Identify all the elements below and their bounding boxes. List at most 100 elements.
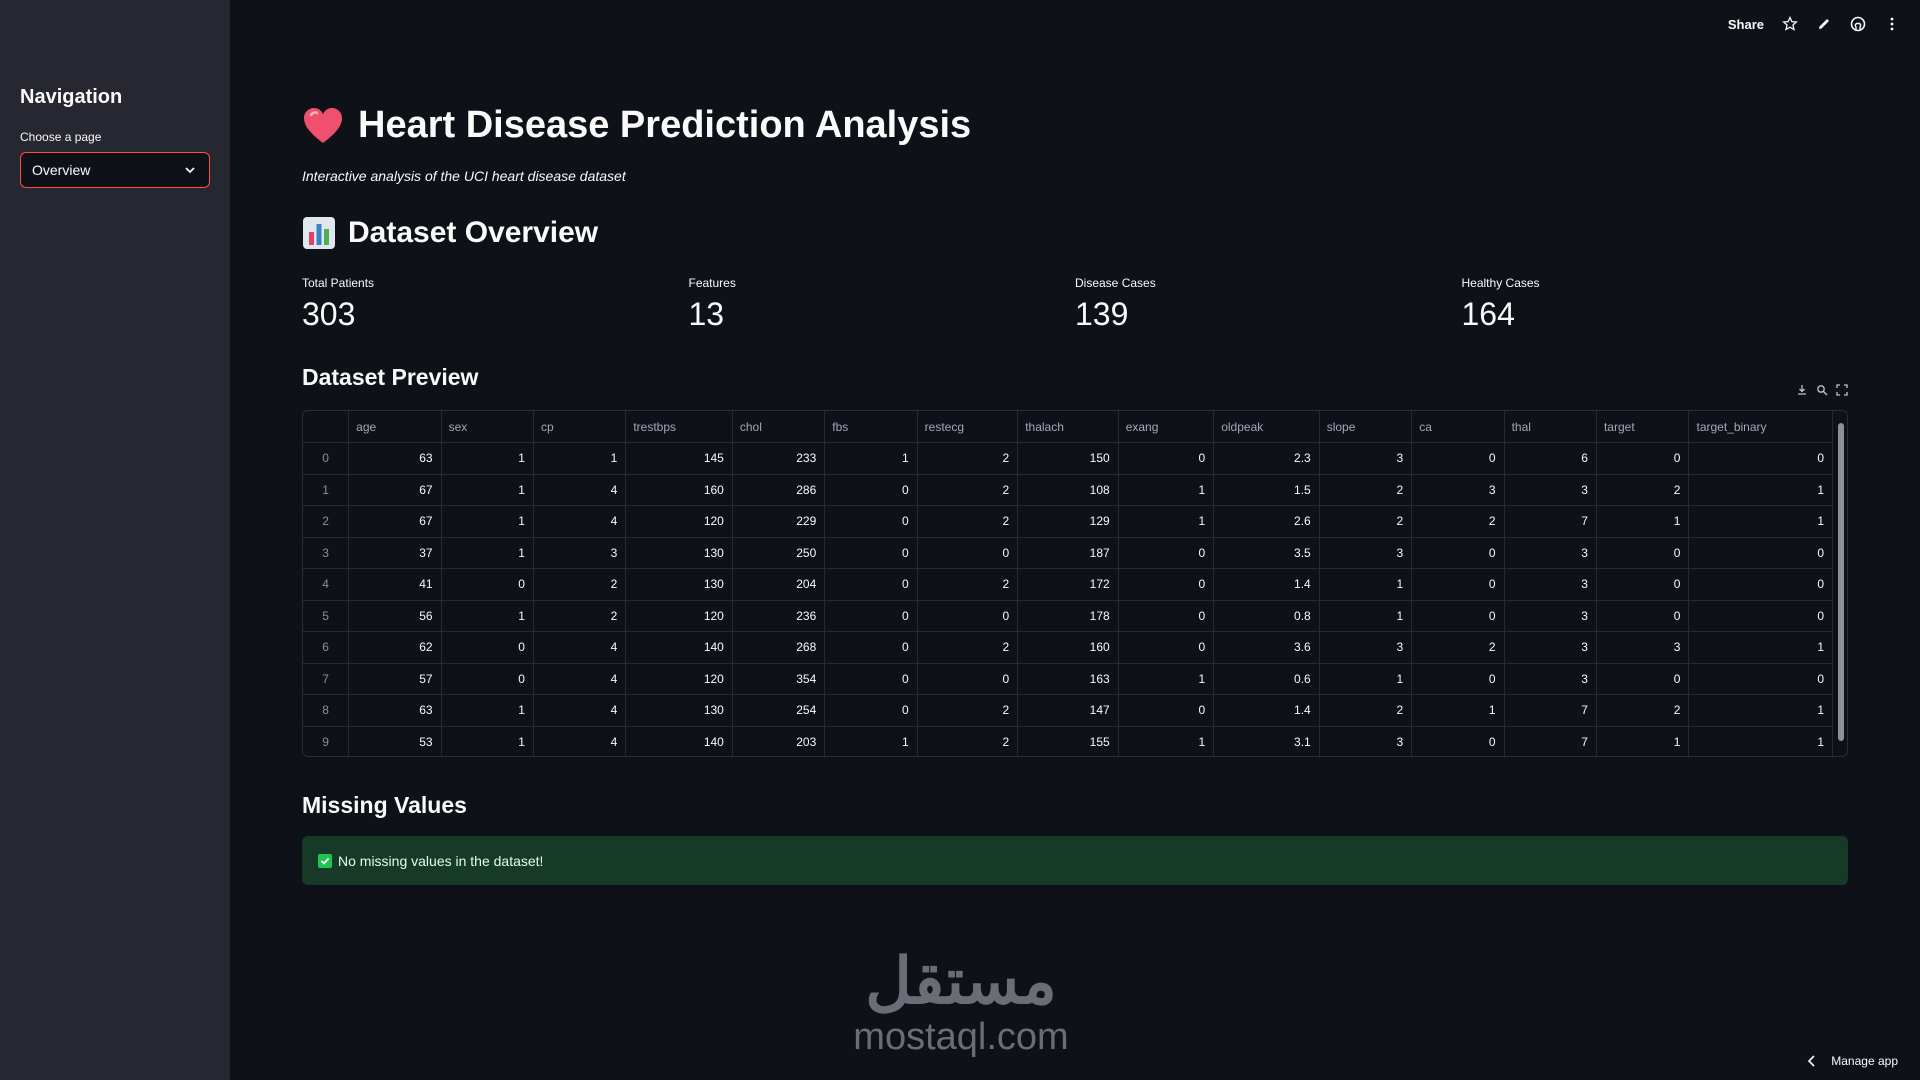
table-cell[interactable]: 286 <box>732 474 826 506</box>
table-cell[interactable]: 120 <box>625 663 733 695</box>
row-index[interactable]: 2 <box>303 505 350 538</box>
table-cell[interactable]: 0 <box>1688 600 1833 632</box>
github-icon[interactable] <box>1850 16 1866 32</box>
table-cell[interactable]: 4 <box>533 474 627 506</box>
table-cell[interactable]: 178 <box>1017 600 1119 632</box>
table-cell[interactable]: 2 <box>533 600 627 632</box>
table-cell[interactable]: 37 <box>348 537 442 569</box>
column-header[interactable]: chol <box>732 411 826 443</box>
table-cell[interactable]: 7 <box>1504 505 1597 538</box>
table-cell[interactable]: 3 <box>1319 631 1413 664</box>
table-cell[interactable]: 1 <box>441 474 534 506</box>
dataset-preview-table[interactable]: age sex cp trestbps chol fbs restecg tha… <box>302 410 1848 757</box>
table-cell[interactable]: 145 <box>625 442 733 475</box>
table-cell[interactable]: 7 <box>1504 694 1597 727</box>
table-cell[interactable]: 67 <box>348 474 442 506</box>
table-cell[interactable]: 4 <box>533 694 627 727</box>
page-select[interactable]: Overview <box>20 152 210 188</box>
table-cell[interactable]: 1 <box>441 505 534 538</box>
table-row[interactable]: 8 63 1 4 130 254 0 2 147 0 1.4 2 1 7 2 1 <box>303 694 1833 727</box>
table-row[interactable]: 4 41 0 2 130 204 0 2 172 0 1.4 1 0 3 0 0 <box>303 568 1833 601</box>
download-icon[interactable] <box>1796 384 1808 396</box>
table-cell[interactable]: 2 <box>1411 631 1505 664</box>
table-cell[interactable]: 2.3 <box>1213 442 1320 475</box>
table-cell[interactable]: 1 <box>1688 694 1833 727</box>
table-cell[interactable]: 1 <box>824 442 918 475</box>
table-cell[interactable]: 3 <box>1504 537 1597 569</box>
column-header[interactable]: slope <box>1319 411 1413 443</box>
column-header[interactable]: age <box>348 411 442 443</box>
column-header[interactable]: exang <box>1118 411 1215 443</box>
table-cell[interactable]: 2 <box>1319 474 1413 506</box>
table-cell[interactable]: 1 <box>1596 505 1690 538</box>
column-header[interactable]: ca <box>1411 411 1505 443</box>
table-cell[interactable]: 1 <box>1596 726 1690 756</box>
table-cell[interactable]: 2 <box>917 442 1019 475</box>
column-header[interactable]: target <box>1596 411 1690 443</box>
table-cell[interactable]: 120 <box>625 505 733 538</box>
table-cell[interactable]: 0 <box>1596 600 1690 632</box>
table-cell[interactable]: 0 <box>1118 442 1215 475</box>
table-cell[interactable]: 63 <box>348 442 442 475</box>
table-cell[interactable]: 0 <box>1411 568 1505 601</box>
table-cell[interactable]: 1 <box>1688 631 1833 664</box>
table-cell[interactable]: 1 <box>1411 694 1505 727</box>
table-cell[interactable]: 3.5 <box>1213 537 1320 569</box>
row-index[interactable]: 9 <box>303 726 350 756</box>
table-cell[interactable]: 1 <box>824 726 918 756</box>
table-cell[interactable]: 1.5 <box>1213 474 1320 506</box>
table-cell[interactable]: 233 <box>732 442 826 475</box>
table-cell[interactable]: 229 <box>732 505 826 538</box>
table-cell[interactable]: 3 <box>1319 537 1413 569</box>
table-cell[interactable]: 120 <box>625 600 733 632</box>
table-cell[interactable]: 0 <box>1411 726 1505 756</box>
table-cell[interactable]: 1.4 <box>1213 694 1320 727</box>
table-cell[interactable]: 0 <box>1118 600 1215 632</box>
table-cell[interactable]: 160 <box>1017 631 1119 664</box>
table-cell[interactable]: 0 <box>824 694 918 727</box>
table-cell[interactable]: 0.6 <box>1213 663 1320 695</box>
manage-app-button[interactable]: Manage app <box>1807 1054 1898 1068</box>
table-cell[interactable]: 3 <box>1411 474 1505 506</box>
table-cell[interactable]: 140 <box>625 631 733 664</box>
table-cell[interactable]: 2 <box>1319 694 1413 727</box>
table-row[interactable]: 9 53 1 4 140 203 1 2 155 1 3.1 3 0 7 1 1 <box>303 726 1833 756</box>
column-header[interactable]: oldpeak <box>1213 411 1320 443</box>
table-cell[interactable]: 57 <box>348 663 442 695</box>
table-cell[interactable]: 172 <box>1017 568 1119 601</box>
table-cell[interactable]: 130 <box>625 568 733 601</box>
table-cell[interactable]: 2 <box>1596 694 1690 727</box>
column-header[interactable]: target_binary <box>1688 411 1833 443</box>
table-cell[interactable]: 0 <box>824 474 918 506</box>
table-cell[interactable]: 160 <box>625 474 733 506</box>
table-cell[interactable]: 0 <box>917 537 1019 569</box>
table-cell[interactable]: 3 <box>1504 663 1597 695</box>
table-cell[interactable]: 1 <box>1319 663 1413 695</box>
table-cell[interactable]: 7 <box>1504 726 1597 756</box>
column-header[interactable]: restecg <box>917 411 1019 443</box>
table-cell[interactable]: 2 <box>1596 474 1690 506</box>
table-cell[interactable]: 67 <box>348 505 442 538</box>
table-row[interactable]: 5 56 1 2 120 236 0 0 178 0 0.8 1 0 3 0 0 <box>303 600 1833 632</box>
table-cell[interactable]: 3 <box>533 537 627 569</box>
table-row[interactable]: 6 62 0 4 140 268 0 2 160 0 3.6 3 2 3 3 1 <box>303 631 1833 664</box>
table-cell[interactable]: 203 <box>732 726 826 756</box>
table-cell[interactable]: 56 <box>348 600 442 632</box>
table-cell[interactable]: 130 <box>625 694 733 727</box>
table-cell[interactable]: 1 <box>1118 474 1215 506</box>
table-cell[interactable]: 147 <box>1017 694 1119 727</box>
table-cell[interactable]: 4 <box>533 663 627 695</box>
row-index[interactable]: 8 <box>303 694 350 727</box>
table-cell[interactable]: 0 <box>1118 631 1215 664</box>
table-cell[interactable]: 0 <box>917 663 1019 695</box>
table-cell[interactable]: 6 <box>1504 442 1597 475</box>
table-cell[interactable]: 1 <box>1118 726 1215 756</box>
table-cell[interactable]: 0 <box>1688 537 1833 569</box>
table-cell[interactable]: 3 <box>1319 442 1413 475</box>
table-row[interactable]: 3 37 1 3 130 250 0 0 187 0 3.5 3 0 3 0 0 <box>303 537 1833 569</box>
table-cell[interactable]: 3.1 <box>1213 726 1320 756</box>
table-cell[interactable]: 0 <box>917 600 1019 632</box>
table-cell[interactable]: 1 <box>1118 663 1215 695</box>
table-cell[interactable]: 0 <box>1118 568 1215 601</box>
table-scrollbar[interactable] <box>1838 419 1844 749</box>
